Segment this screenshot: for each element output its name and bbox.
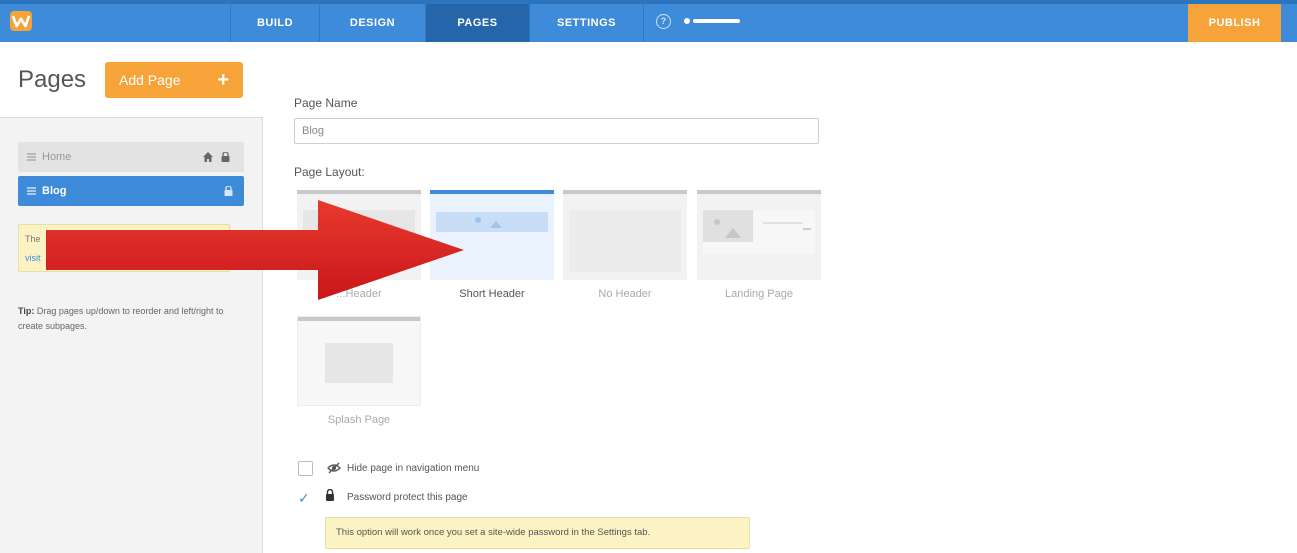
page-name-label: Page Name	[294, 96, 358, 110]
image-placeholder-icon	[475, 217, 502, 228]
plus-icon: +	[217, 69, 229, 91]
page-name-input[interactable]: Blog	[294, 118, 819, 144]
top-nav-bar: BUILD DESIGN PAGES SETTINGS ? PUBLISH	[0, 0, 1297, 42]
tab-build[interactable]: BUILD	[231, 4, 319, 42]
sidebar-title: Pages	[18, 66, 87, 93]
layout-top-bar	[430, 190, 554, 194]
text-line-placeholder	[803, 228, 811, 230]
hidden-eye-icon	[327, 462, 341, 474]
tip-label: Tip:	[18, 306, 35, 316]
tab-design[interactable]: DESIGN	[320, 4, 425, 42]
layout-top-bar	[298, 317, 420, 321]
tip-text: Drag pages up/down to reorder and left/r…	[18, 306, 224, 331]
lock-icon	[326, 489, 334, 501]
lock-icon	[224, 186, 233, 196]
layout-name-landing-page: Landing Page	[725, 288, 793, 300]
sidebar-notice-link[interactable]: visit	[25, 253, 41, 263]
tab-pages[interactable]: PAGES	[426, 4, 529, 42]
sidebar-notice-text: The	[25, 234, 41, 244]
weebly-logo-icon[interactable]	[10, 11, 32, 31]
tab-settings[interactable]: SETTINGS	[530, 4, 643, 42]
publish-button[interactable]: PUBLISH	[1188, 4, 1281, 42]
layout-name-no-header: No Header	[598, 288, 652, 300]
add-page-button[interactable]: Add Page +	[105, 62, 243, 98]
drag-handle-icon[interactable]	[27, 153, 36, 161]
add-page-label: Add Page	[119, 72, 181, 88]
reorder-tip: Tip: Drag pages up/down to reorder and l…	[18, 304, 228, 334]
image-placeholder-icon	[703, 210, 753, 242]
hide-nav-checkbox[interactable]	[298, 461, 313, 476]
layout-name-splash-page: Splash Page	[327, 414, 391, 426]
hide-nav-label: Hide page in navigation menu	[347, 463, 480, 474]
home-icon	[203, 152, 213, 162]
password-notice: This option will work once you set a sit…	[325, 517, 750, 549]
site-progress-fill	[693, 19, 740, 23]
layout-option-no-header[interactable]	[563, 190, 687, 280]
layout-top-bar	[563, 190, 687, 194]
progress-dot	[684, 18, 690, 24]
layout-top-bar	[297, 190, 421, 194]
top-accent-strip	[0, 0, 1297, 4]
password-label: Password protect this page	[347, 492, 468, 503]
page-layout-label: Page Layout:	[294, 165, 365, 179]
text-line-placeholder	[763, 222, 803, 224]
sidebar-header: Pages Add Page +	[0, 42, 263, 118]
nav-divider	[643, 4, 644, 42]
lock-icon	[221, 152, 230, 162]
annotation-arrow-icon	[46, 200, 464, 300]
layout-option-splash-page[interactable]	[297, 316, 421, 406]
page-list-item-home[interactable]: Home	[18, 142, 244, 172]
page-item-label: Home	[42, 151, 72, 163]
layout-option-landing-page[interactable]	[697, 190, 821, 280]
layout-top-bar	[697, 190, 821, 194]
layout-splash-preview	[325, 343, 393, 383]
site-progress-bar	[693, 19, 740, 23]
layout-body-preview	[569, 210, 681, 272]
drag-handle-icon[interactable]	[27, 187, 36, 195]
help-icon[interactable]: ?	[656, 14, 671, 29]
password-checkbox[interactable]: ✓	[298, 490, 310, 507]
